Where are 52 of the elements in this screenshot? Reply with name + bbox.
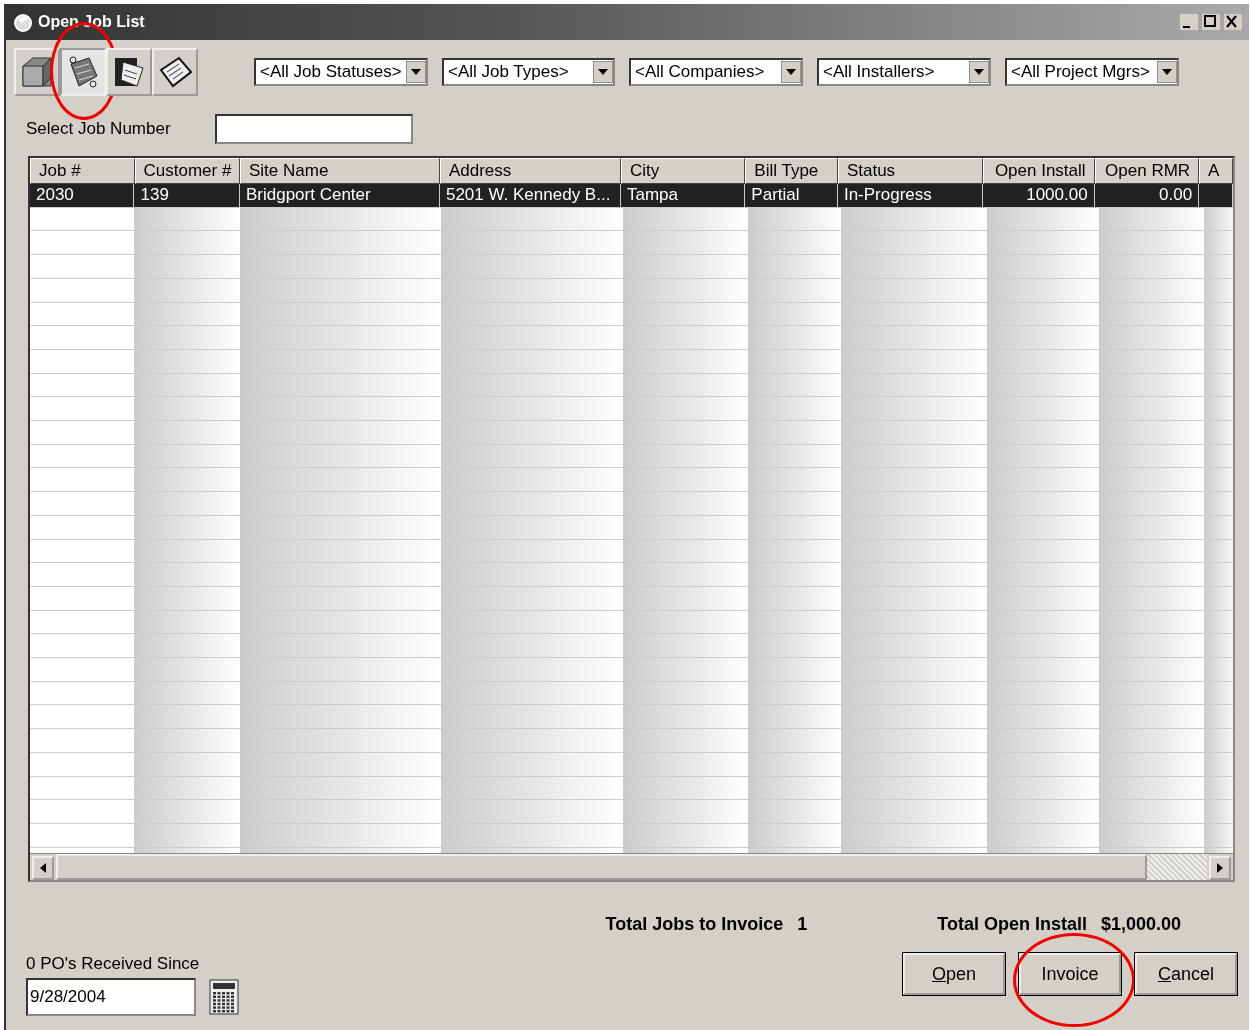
- table-cell: 2030: [30, 184, 135, 208]
- column-header[interactable]: Customer #: [134, 158, 240, 184]
- field-label: Select Job Number: [26, 119, 171, 139]
- column-header[interactable]: A: [1199, 158, 1233, 184]
- dropdown-arrow-icon[interactable]: [1157, 61, 1177, 83]
- filter-dropdown[interactable]: <All Companies>: [629, 58, 803, 86]
- dropdown-arrow-icon[interactable]: [969, 61, 989, 83]
- po-received-label: 0 PO's Received Since: [26, 954, 201, 974]
- column-header[interactable]: Status: [837, 158, 984, 184]
- filter-dropdown[interactable]: <All Job Statuses>: [254, 58, 428, 86]
- column-header[interactable]: Bill Type: [745, 158, 838, 184]
- toolbar-button[interactable]: [14, 48, 60, 96]
- calendar-icon[interactable]: [208, 978, 240, 1016]
- toolbar-button[interactable]: [152, 48, 198, 96]
- column-header[interactable]: Site Name: [240, 158, 440, 184]
- total-value: $1,000.00: [1100, 914, 1181, 935]
- app-icon: [12, 11, 34, 33]
- dropdown-arrow-icon[interactable]: [781, 61, 801, 83]
- close-button[interactable]: [1223, 13, 1243, 31]
- total-label: Total Jobs to Invoice: [605, 914, 784, 935]
- dropdown-arrow-icon[interactable]: [406, 61, 426, 83]
- scroll-left-icon[interactable]: [32, 856, 54, 880]
- column-header[interactable]: Open RMR: [1094, 158, 1200, 184]
- filter-dropdown[interactable]: <All Job Types>: [442, 58, 615, 86]
- filter-dropdown[interactable]: <All Installers>: [817, 58, 991, 86]
- minimize-button[interactable]: [1179, 13, 1199, 31]
- dropdown-arrow-icon[interactable]: [593, 61, 613, 83]
- toolbar-button[interactable]: [106, 48, 152, 96]
- table-cell: Tampa: [621, 184, 746, 208]
- dialog-button[interactable]: Open: [903, 953, 1005, 995]
- column-header[interactable]: Address: [439, 158, 621, 184]
- column-header[interactable]: Job #: [30, 158, 135, 184]
- total-label: Total Open Install: [937, 914, 1087, 935]
- column-header[interactable]: Open Install: [983, 158, 1095, 184]
- scroll-right-icon[interactable]: [1209, 856, 1231, 880]
- maximize-button[interactable]: [1201, 13, 1221, 31]
- table-cell: 0.00: [1094, 184, 1200, 208]
- table-cell: Partial: [745, 184, 838, 208]
- table-cell: Bridgport Center: [239, 184, 440, 208]
- table-cell: 1000.00: [983, 184, 1095, 208]
- dialog-button[interactable]: Invoice: [1019, 953, 1121, 995]
- table-cell: 5201 W. Kennedy B...: [439, 184, 621, 208]
- table-cell: In-Progress: [837, 184, 984, 208]
- dialog-button[interactable]: Cancel: [1135, 953, 1237, 995]
- toolbar-button[interactable]: [60, 48, 106, 96]
- filter-dropdown[interactable]: <All Project Mgrs>: [1005, 58, 1179, 86]
- date-field[interactable]: 9/28/2004: [26, 978, 196, 1016]
- job-number-field[interactable]: [214, 114, 413, 144]
- table-row[interactable]: 2030 139 Bridgport Center 5201 W. Kennedy B... Tampa Partial In-Progress 1000.00 0.00: [30, 184, 1233, 208]
- total-value: 1: [797, 914, 808, 935]
- table-cell: 139: [134, 184, 240, 208]
- column-header[interactable]: City: [620, 158, 746, 184]
